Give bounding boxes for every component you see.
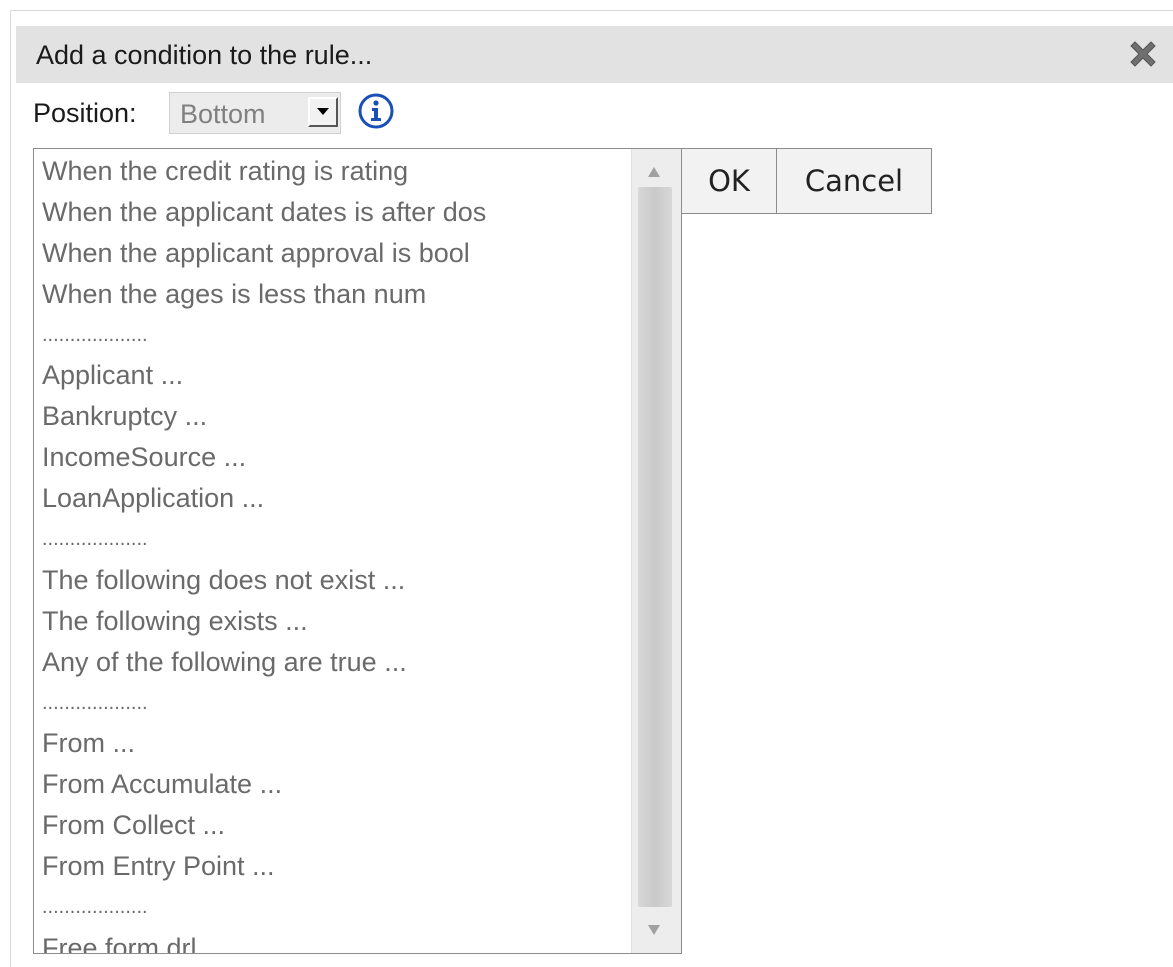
condition-listbox[interactable]: When the credit rating is rating When the…: [33, 148, 682, 954]
list-item[interactable]: Any of the following are true ...: [42, 642, 632, 683]
list-item[interactable]: The following does not exist ...: [42, 560, 632, 601]
list-item[interactable]: Bankruptcy ...: [42, 396, 632, 437]
list-item[interactable]: From Collect ...: [42, 805, 632, 846]
condition-list: When the credit rating is rating When the…: [42, 151, 632, 953]
chevron-down-icon[interactable]: [308, 97, 338, 127]
scroll-up-icon[interactable]: [648, 167, 660, 177]
list-item[interactable]: IncomeSource ...: [42, 437, 632, 478]
scroll-down-icon[interactable]: [648, 925, 660, 935]
position-select-value: Bottom: [180, 99, 266, 129]
scroll-thumb[interactable]: [638, 187, 672, 907]
ok-button[interactable]: OK: [681, 148, 777, 214]
list-separator[interactable]: ...................: [42, 315, 632, 356]
listbox-scrollbar[interactable]: [631, 149, 681, 953]
list-separator[interactable]: ...................: [42, 887, 632, 928]
list-item[interactable]: The following exists ...: [42, 601, 632, 642]
dialog-title: Add a condition to the rule...: [36, 40, 373, 70]
list-item[interactable]: From ...: [42, 723, 632, 764]
list-separator[interactable]: ...................: [42, 683, 632, 724]
list-separator[interactable]: ...................: [42, 519, 632, 560]
position-label: Position:: [33, 98, 137, 128]
close-icon[interactable]: [1125, 36, 1161, 72]
list-item[interactable]: Free form drl: [42, 928, 632, 953]
info-icon[interactable]: [357, 92, 395, 130]
list-item[interactable]: From Accumulate ...: [42, 764, 632, 805]
cancel-button[interactable]: Cancel: [776, 148, 932, 214]
dialog-titlebar[interactable]: Add a condition to the rule...: [16, 26, 1173, 83]
list-item[interactable]: When the ages is less than num: [42, 274, 632, 315]
list-item[interactable]: When the credit rating is rating: [42, 151, 632, 192]
list-item[interactable]: Applicant ...: [42, 355, 632, 396]
list-item[interactable]: When the applicant dates is after dos: [42, 192, 632, 233]
list-item[interactable]: LoanApplication ...: [42, 478, 632, 519]
list-item[interactable]: From Entry Point ...: [42, 846, 632, 887]
list-item[interactable]: When the applicant approval is bool: [42, 233, 632, 274]
position-select[interactable]: Bottom: [169, 92, 341, 134]
